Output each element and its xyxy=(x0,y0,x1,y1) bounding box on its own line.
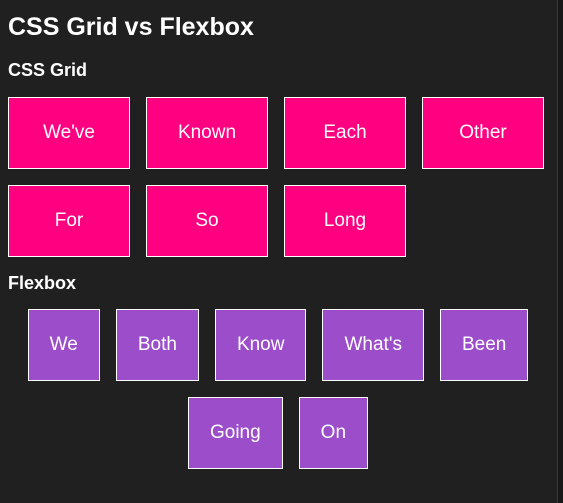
grid-item: For xyxy=(8,185,130,257)
grid-item: Known xyxy=(146,97,268,169)
flex-item: Both xyxy=(115,309,199,381)
flex-item: Going xyxy=(187,397,283,469)
flex-item: On xyxy=(298,397,369,469)
page-title: CSS Grid vs Flexbox xyxy=(8,13,254,41)
page-content: CSS Grid vs Flexbox CSS Grid We've Known… xyxy=(0,0,554,469)
flex-item: What's xyxy=(322,309,424,381)
grid-item: So xyxy=(146,185,268,257)
grid-item: We've xyxy=(8,97,130,169)
window-right-edge xyxy=(557,0,563,503)
flex-item: We xyxy=(27,309,100,381)
grid-container: We've Known Each Other For So Long xyxy=(8,97,554,257)
grid-item: Other xyxy=(422,97,544,169)
flex-item: Know xyxy=(214,309,307,381)
flex-section-heading: Flexbox xyxy=(8,273,77,293)
flex-container: We Both Know What's Been Going On xyxy=(8,309,548,469)
flex-item: Been xyxy=(439,309,529,381)
grid-section-heading: CSS Grid xyxy=(8,60,88,80)
grid-item: Long xyxy=(284,185,406,257)
grid-item: Each xyxy=(284,97,406,169)
